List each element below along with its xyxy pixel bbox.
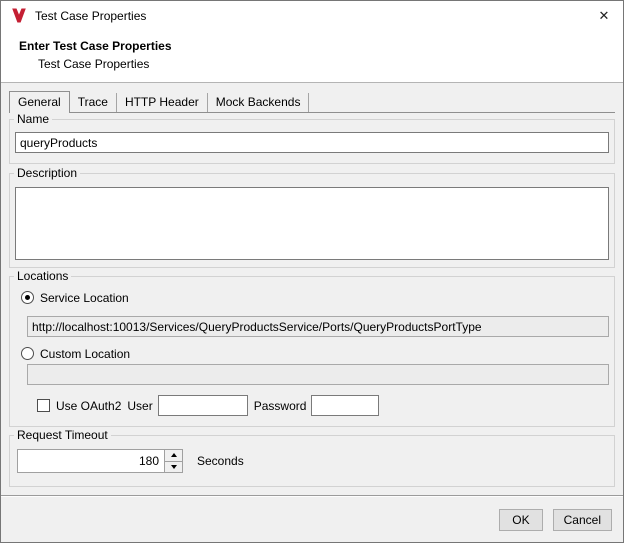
password-label: Password (254, 399, 307, 413)
timeout-spin-row: Seconds (17, 449, 609, 473)
description-textarea[interactable] (15, 187, 609, 260)
spin-up-button[interactable] (165, 450, 182, 461)
timeout-input[interactable] (18, 450, 164, 472)
custom-location-radio[interactable] (21, 347, 34, 360)
test-case-properties-dialog: Test Case Properties ✕ Enter Test Case P… (0, 0, 624, 543)
timeout-spinner (17, 449, 183, 473)
service-location-option[interactable]: Service Location (21, 290, 609, 305)
use-oauth2-checkbox[interactable] (37, 399, 50, 412)
description-group: Description (9, 173, 615, 268)
request-timeout-group-label: Request Timeout (14, 428, 111, 442)
name-group-label: Name (14, 112, 52, 126)
service-location-url-input[interactable] (27, 316, 609, 337)
name-input[interactable] (15, 132, 609, 153)
locations-group: Locations Service Location Custom Locati… (9, 276, 615, 427)
cancel-button[interactable]: Cancel (553, 509, 612, 531)
window-title: Test Case Properties (35, 9, 146, 23)
user-label: User (127, 399, 152, 413)
spin-down-button[interactable] (165, 461, 182, 473)
virtualize-logo-icon (11, 8, 27, 23)
service-location-label: Service Location (40, 291, 129, 305)
description-group-label: Description (14, 166, 80, 180)
custom-location-option[interactable]: Custom Location (21, 346, 609, 361)
arrow-up-icon (171, 453, 177, 457)
timeout-spin-buttons (164, 450, 182, 472)
page-title: Enter Test Case Properties (19, 37, 623, 55)
seconds-label: Seconds (197, 454, 244, 468)
tab-strip: General Trace HTTP Header Mock Backends (9, 91, 615, 113)
service-location-radio[interactable] (21, 291, 34, 304)
tab-general[interactable]: General (9, 91, 70, 113)
tab-mock-backends[interactable]: Mock Backends (208, 93, 310, 112)
request-timeout-group: Request Timeout Seconds (9, 435, 615, 487)
oauth-row: Use OAuth2 User Password (37, 395, 609, 416)
name-group: Name (9, 119, 615, 164)
page-subtitle: Test Case Properties (38, 55, 623, 73)
tab-trace[interactable]: Trace (70, 93, 117, 112)
tab-http-header[interactable]: HTTP Header (117, 93, 208, 112)
arrow-down-icon (171, 465, 177, 469)
close-icon[interactable]: ✕ (585, 1, 623, 30)
custom-location-input (27, 364, 609, 385)
user-input[interactable] (158, 395, 248, 416)
custom-location-label: Custom Location (40, 347, 130, 361)
password-input[interactable] (311, 395, 379, 416)
footer-button-bar: OK Cancel (1, 497, 623, 531)
locations-group-label: Locations (14, 269, 71, 283)
ok-button[interactable]: OK (499, 509, 542, 531)
use-oauth2-label: Use OAuth2 (56, 399, 121, 413)
wizard-header: Enter Test Case Properties Test Case Pro… (1, 30, 623, 83)
title-bar[interactable]: Test Case Properties ✕ (1, 1, 623, 30)
